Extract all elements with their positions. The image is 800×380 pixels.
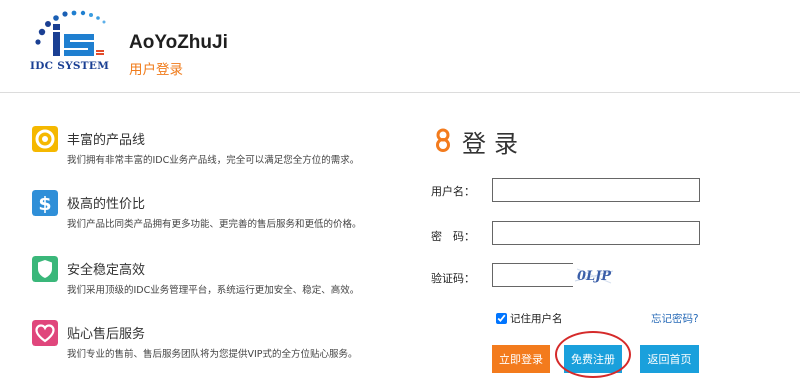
feature-title: 丰富的产品线 <box>67 133 146 148</box>
captcha-image[interactable]: 0LJP <box>573 263 615 287</box>
username-input[interactable] <box>492 178 700 202</box>
remember-checkbox[interactable] <box>496 313 507 324</box>
feature-desc: 我们产品比同类产品拥有更多功能、更完善的售后服务和更低的价格。 <box>67 219 362 230</box>
login-button[interactable]: 立即登录 <box>492 345 550 373</box>
user-icon <box>436 128 450 152</box>
login-title: 登录 <box>462 130 526 158</box>
feature-title: 贴心售后服务 <box>67 327 146 342</box>
lifebuoy-icon <box>32 126 58 152</box>
heart-icon <box>32 320 58 346</box>
feature-desc: 我们拥有非常丰富的IDC业务产品线，完全可以满足您全方位的需求。 <box>67 155 360 166</box>
feature-title: 安全稳定高效 <box>67 263 146 278</box>
dollar-icon: $ <box>32 190 58 216</box>
shield-icon <box>32 256 58 282</box>
username-label: 用户名： <box>431 185 475 198</box>
page-subtitle: 用户登录 <box>129 62 183 78</box>
register-button[interactable]: 免费注册 <box>564 345 622 373</box>
captcha-input[interactable] <box>492 263 574 287</box>
forgot-password-link[interactable]: 忘记密码? <box>651 311 699 326</box>
logo-caption: IDC SYSTEM <box>30 60 110 72</box>
remember-label: 记住用户名 <box>510 313 563 325</box>
remember-username[interactable]: 记住用户名 <box>496 311 563 326</box>
password-label: 密 码： <box>431 230 475 243</box>
home-button[interactable]: 返回首页 <box>640 345 699 373</box>
svg-text:$: $ <box>38 193 51 215</box>
feature-title: 极高的性价比 <box>67 197 146 212</box>
site-title: AoYoZhuJi <box>129 32 228 53</box>
feature-desc: 我们采用顶级的IDC业务管理平台，系统运行更加安全、稳定、高效。 <box>67 285 360 296</box>
header: IDC SYSTEM AoYoZhuJi 用户登录 <box>0 0 800 93</box>
feature-desc: 我们专业的售前、售后服务团队将为您提供VIP式的全方位贴心服务。 <box>67 349 358 360</box>
captcha-text: 0LJP <box>577 269 612 284</box>
password-input[interactable] <box>492 221 700 245</box>
captcha-label: 验证码： <box>431 272 475 285</box>
